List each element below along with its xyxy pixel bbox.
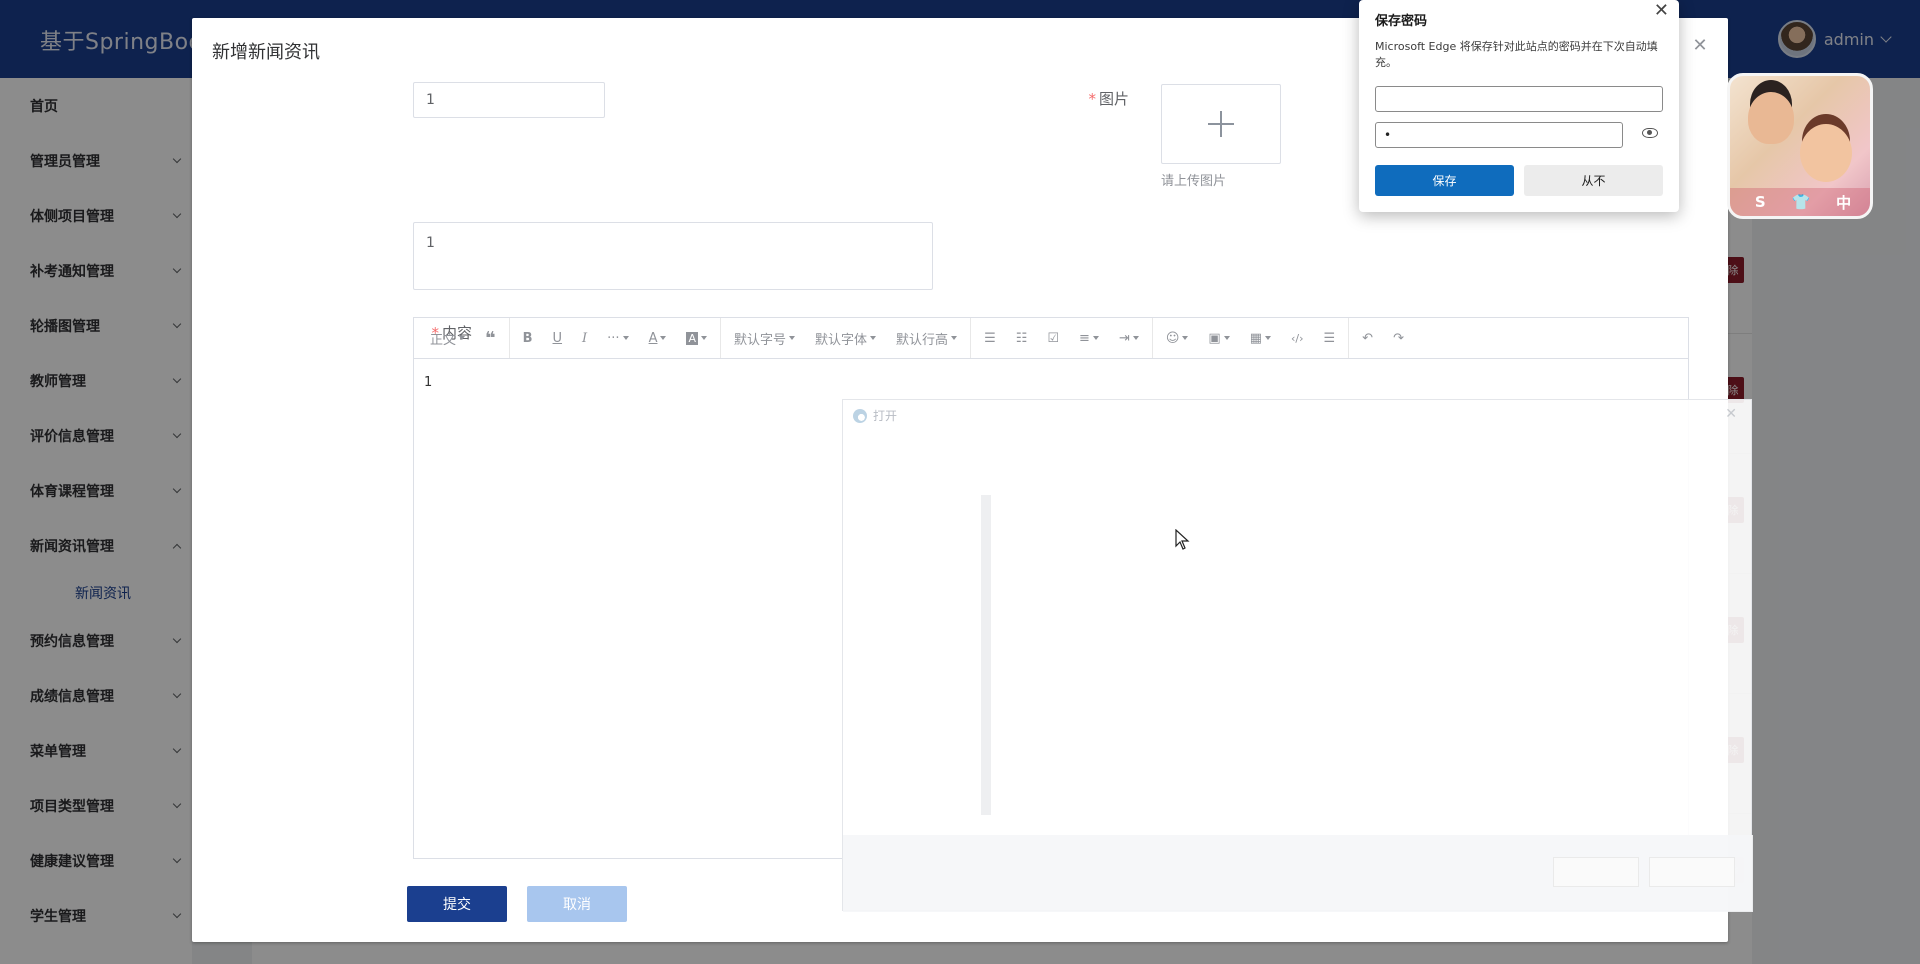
toolbar-divider bbox=[720, 318, 722, 358]
mouse-cursor-icon bbox=[1175, 529, 1190, 550]
edge-icon bbox=[853, 408, 867, 423]
table-icon[interactable]: ▦ bbox=[1240, 326, 1281, 350]
promo-badges: S 👕 中 bbox=[1730, 188, 1870, 216]
background-color-icon[interactable]: A bbox=[676, 326, 717, 350]
required-mark: * bbox=[1088, 90, 1096, 108]
caret-down-icon bbox=[870, 336, 877, 340]
line-height-dropdown[interactable]: 默认行高 bbox=[886, 326, 967, 350]
password-field[interactable]: • bbox=[1375, 122, 1623, 148]
caret-down-icon bbox=[660, 336, 667, 340]
font-size-dropdown[interactable]: 默认字号 bbox=[724, 326, 805, 350]
caret-down-icon bbox=[1223, 336, 1230, 340]
cancel-button[interactable] bbox=[1649, 857, 1735, 887]
title-input[interactable]: 1 bbox=[413, 82, 605, 118]
more-label: ··· bbox=[607, 330, 620, 346]
caret-down-icon bbox=[951, 336, 958, 340]
submit-button[interactable]: 提交 bbox=[407, 886, 507, 922]
promo-image bbox=[1800, 124, 1852, 182]
paragraph-label: 正文 bbox=[430, 332, 457, 348]
quote-icon[interactable]: ❝ bbox=[475, 326, 506, 350]
dialog-title: 新增新闻资讯 bbox=[212, 42, 320, 63]
scrollbar[interactable] bbox=[981, 495, 991, 815]
undo-icon[interactable]: ↶ bbox=[1352, 326, 1383, 350]
caret-down-icon bbox=[701, 336, 708, 340]
window-footer bbox=[843, 835, 1753, 912]
font-color-icon[interactable]: A bbox=[639, 326, 677, 350]
close-icon[interactable]: ✕ bbox=[1654, 0, 1669, 21]
popup-description: Microsoft Edge 将保存针对此站点的密码并在下次自动填充。 bbox=[1375, 40, 1658, 69]
floating-promo-widget[interactable]: S 👕 中 bbox=[1727, 73, 1873, 219]
toolbar-divider bbox=[1348, 318, 1350, 358]
divider-line-icon[interactable]: ☰ bbox=[1314, 326, 1346, 350]
open-button[interactable] bbox=[1553, 857, 1639, 887]
window-titlebar: 打开 bbox=[853, 407, 897, 424]
bullet-list-icon[interactable]: ☰ bbox=[974, 326, 1006, 350]
upload-hint: 请上传图片 bbox=[1161, 174, 1227, 189]
popup-title: 保存密码 bbox=[1375, 14, 1428, 29]
toolbar-divider bbox=[508, 318, 510, 358]
toolbar-divider bbox=[1151, 318, 1153, 358]
eye-icon[interactable] bbox=[1642, 128, 1658, 138]
caret-down-icon bbox=[1182, 336, 1189, 340]
promo-image bbox=[1748, 92, 1794, 144]
more-style-dropdown[interactable]: ··· bbox=[597, 326, 638, 350]
image-label: * 图片 bbox=[1049, 88, 1129, 109]
caret-down-icon bbox=[1265, 336, 1271, 340]
summary-textarea[interactable]: 1 bbox=[413, 222, 933, 290]
never-save-button[interactable]: 从不 bbox=[1524, 165, 1663, 196]
username-field[interactable] bbox=[1375, 86, 1663, 112]
image-upload-button[interactable] bbox=[1161, 84, 1281, 164]
numbered-list-icon[interactable]: ☷ bbox=[1006, 326, 1038, 350]
close-icon[interactable]: ✕ bbox=[1692, 37, 1708, 55]
paragraph-format-dropdown[interactable]: 正文 bbox=[420, 326, 475, 350]
code-icon[interactable]: ‹/› bbox=[1281, 326, 1314, 350]
editor-toolbar: 正文 ❝ B U I ··· A A 默认字号 默认字体 默认行高 ☰ ☷ ☑ … bbox=[414, 318, 1688, 359]
image-label-text: 图片 bbox=[1098, 90, 1129, 108]
caret-down-icon bbox=[789, 336, 796, 340]
font-family-label: 默认字体 bbox=[815, 332, 868, 348]
align-dropdown-icon[interactable]: ≡ bbox=[1069, 326, 1109, 350]
save-password-button[interactable]: 保存 bbox=[1375, 165, 1514, 196]
close-icon[interactable]: ✕ bbox=[1725, 406, 1737, 422]
underline-icon[interactable]: U bbox=[543, 326, 573, 350]
todo-checkbox-icon[interactable]: ☑ bbox=[1037, 326, 1069, 350]
image-icon[interactable]: ▣ bbox=[1198, 326, 1239, 350]
window-title: 打开 bbox=[873, 409, 898, 423]
caret-down-icon bbox=[1132, 336, 1139, 340]
promo-badge: S bbox=[1754, 193, 1766, 211]
open-file-window: 打开 ✕ bbox=[842, 399, 1753, 912]
font-family-dropdown[interactable]: 默认字体 bbox=[805, 326, 886, 350]
font-size-label: 默认字号 bbox=[734, 332, 787, 348]
indent-dropdown-icon[interactable]: ⇥ bbox=[1109, 326, 1149, 350]
redo-icon[interactable]: ↷ bbox=[1383, 326, 1414, 350]
plus-icon bbox=[1208, 111, 1234, 137]
caret-down-icon bbox=[459, 336, 466, 340]
cancel-button[interactable]: 取消 bbox=[527, 886, 627, 922]
line-height-label: 默认行高 bbox=[896, 332, 949, 348]
italic-icon[interactable]: I bbox=[572, 326, 597, 350]
promo-badge: 中 bbox=[1836, 193, 1852, 212]
save-password-popup: ✕ 保存密码 Microsoft Edge 将保存针对此站点的密码并在下次自动填… bbox=[1359, 0, 1679, 212]
toolbar-divider bbox=[970, 318, 972, 358]
emoji-icon[interactable]: ☺ bbox=[1156, 326, 1199, 350]
shirt-icon: 👕 bbox=[1791, 193, 1811, 211]
caret-down-icon bbox=[1092, 336, 1099, 340]
bold-icon[interactable]: B bbox=[513, 326, 543, 350]
caret-down-icon bbox=[622, 336, 629, 340]
